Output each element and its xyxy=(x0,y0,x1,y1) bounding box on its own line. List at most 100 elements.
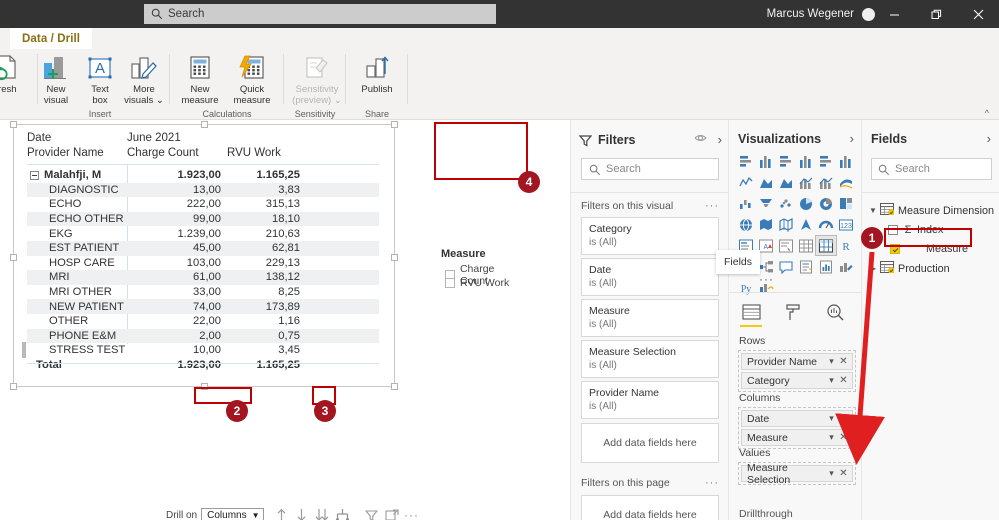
matrix-row[interactable]: STRESS TEST 10,00 3,45 xyxy=(27,343,379,358)
refresh-button[interactable]: fresh xyxy=(0,52,32,96)
matrix-row[interactable]: MRI 61,00 138,12 xyxy=(27,270,379,285)
resize-handle-se[interactable] xyxy=(391,383,398,390)
user-account[interactable]: Marcus Wegener xyxy=(767,0,875,28)
slicer-icon[interactable] xyxy=(776,236,796,255)
clustered-column-chart-icon[interactable] xyxy=(796,152,816,171)
stacked-bar-chart-icon[interactable] xyxy=(736,152,756,171)
collapse-pane-icon[interactable]: › xyxy=(850,131,854,146)
collapse-icon[interactable] xyxy=(30,170,39,180)
matrix-row[interactable]: PHONE E&M 2,00 0,75 xyxy=(27,328,379,344)
remove-field-icon[interactable]: ✕ xyxy=(838,432,849,443)
sensitivity-button[interactable]: Sensitivity (preview) ⌄ xyxy=(289,52,345,106)
resize-handle-ne[interactable] xyxy=(391,121,398,128)
tab-data-drill[interactable]: Data / Drill xyxy=(10,28,93,49)
remove-field-icon[interactable]: ✕ xyxy=(838,356,849,367)
filter-card-provider-name[interactable]: Provider Name is (All) xyxy=(581,381,719,419)
clustered-bar-chart-icon[interactable] xyxy=(776,152,796,171)
filled-map-icon[interactable] xyxy=(756,215,776,234)
matrix-visual[interactable]: Date June 2021 Provider Name Charge Coun… xyxy=(10,121,398,390)
restore-button[interactable] xyxy=(915,0,957,28)
matrix-row[interactable]: DIAGNOSTIC 13,00 3,83 xyxy=(27,182,379,198)
filter-card-date[interactable]: Date is (All) xyxy=(581,258,719,296)
drill-up-icon[interactable] xyxy=(272,506,292,520)
matrix-header-provider-name[interactable]: Provider Name xyxy=(27,146,127,161)
new-measure-button[interactable]: New measure xyxy=(174,52,226,106)
chevron-down-icon[interactable]: ▾ xyxy=(825,468,838,479)
table-icon[interactable] xyxy=(796,236,816,255)
publish-button[interactable]: Publish xyxy=(351,52,403,96)
fields-tree-item-production[interactable]: ▶ Production xyxy=(862,260,999,277)
matrix-header-rvu-work[interactable]: RVU Work xyxy=(227,146,302,161)
more-visuals-button[interactable]: More visuals ⌄ xyxy=(118,52,170,106)
minimize-button[interactable] xyxy=(873,0,915,28)
line-chart-icon[interactable] xyxy=(736,173,756,192)
hundred-pct-stacked-column-icon[interactable] xyxy=(836,152,856,171)
matrix-scrollbar-thumb[interactable] xyxy=(22,342,26,358)
matrix-row[interactable]: Malahfji, M 1.923,00 1.165,25 xyxy=(27,168,379,183)
matrix-header-charge-count[interactable]: Charge Count xyxy=(127,146,227,161)
filter-icon[interactable] xyxy=(362,506,382,520)
qna-icon[interactable] xyxy=(776,257,796,276)
matrix-row[interactable]: NEW PATIENT 74,00 173,89 xyxy=(27,299,379,314)
close-button[interactable] xyxy=(957,0,999,28)
matrix-row[interactable]: MRI OTHER 33,00 8,25 xyxy=(27,285,379,300)
hundred-pct-stacked-bar-icon[interactable] xyxy=(816,152,836,171)
resize-handle-s[interactable] xyxy=(201,383,208,390)
matrix-row[interactable]: EKG 1.239,00 210,63 xyxy=(27,226,379,241)
filters-page-dropzone[interactable]: Add data fields here xyxy=(581,495,719,520)
well-values[interactable]: Measure Selection ▾ ✕ xyxy=(738,462,856,486)
smart-narrative-icon[interactable] xyxy=(796,257,816,276)
map-icon[interactable] xyxy=(736,215,756,234)
checkbox-icon[interactable] xyxy=(890,243,900,254)
drill-down-icon[interactable] xyxy=(292,506,312,520)
fields-tab[interactable] xyxy=(739,300,763,327)
remove-field-icon[interactable]: ✕ xyxy=(838,468,849,479)
field-pill-measure-selection[interactable]: Measure Selection ▾ ✕ xyxy=(741,462,853,486)
report-canvas[interactable]: Date June 2021 Provider Name Charge Coun… xyxy=(0,120,570,520)
remove-field-icon[interactable]: ✕ xyxy=(838,375,849,386)
quick-measure-button[interactable]: Quick measure xyxy=(226,52,278,106)
format-tab[interactable] xyxy=(781,300,805,324)
chevron-down-icon[interactable]: ▼ xyxy=(866,206,880,215)
more-visual-types-icon[interactable]: ··· xyxy=(759,272,774,286)
field-pill-date[interactable]: Date ▾ ✕ xyxy=(741,410,853,427)
chevron-right-icon[interactable]: ▶ xyxy=(866,264,880,273)
measure-popup-item-rvu-work[interactable]: RVU Work xyxy=(445,277,509,289)
fields-search-input[interactable]: Search xyxy=(871,158,992,180)
field-pill-provider-name[interactable]: Provider Name ▾ ✕ xyxy=(741,353,853,370)
stacked-area-chart-icon[interactable] xyxy=(776,173,796,192)
collapse-pane-icon[interactable]: › xyxy=(718,133,722,146)
chevron-down-icon[interactable]: ▾ xyxy=(825,356,838,367)
resize-handle-nw[interactable] xyxy=(10,121,17,128)
checkbox-icon[interactable] xyxy=(445,278,455,288)
expand-next-level-button[interactable] xyxy=(332,506,354,520)
scatter-chart-icon[interactable] xyxy=(776,194,796,213)
shape-map-icon[interactable] xyxy=(776,215,796,234)
matrix-row[interactable]: ECHO 222,00 315,13 xyxy=(27,197,379,212)
filter-card-measure[interactable]: Measure is (All) xyxy=(581,299,719,337)
matrix-row[interactable]: HOSP CARE 103,00 229,13 xyxy=(27,256,379,271)
resize-handle-e[interactable] xyxy=(391,254,398,261)
matrix-row[interactable]: ECHO OTHER 99,00 18,10 xyxy=(27,211,379,227)
filter-card-category[interactable]: Category is (All) xyxy=(581,217,719,255)
more-visuals-icon[interactable] xyxy=(836,257,856,276)
matrix-row[interactable]: EST PATIENT 45,00 62,81 xyxy=(27,240,379,256)
python-visual-icon[interactable]: Py xyxy=(736,278,756,297)
more-options-icon[interactable]: ··· xyxy=(705,477,719,489)
collapse-ribbon-button[interactable]: ^ xyxy=(985,108,989,118)
chevron-down-icon[interactable]: ▾ xyxy=(825,375,838,386)
chevron-down-icon[interactable]: ▾ xyxy=(825,413,838,424)
filters-visual-dropzone[interactable]: Add data fields here xyxy=(581,423,719,463)
resize-handle-sw[interactable] xyxy=(10,383,17,390)
collapse-pane-icon[interactable]: › xyxy=(987,131,991,146)
visual-type-gallery[interactable]: 123 A R Py xyxy=(736,152,856,297)
gauge-icon[interactable] xyxy=(816,215,836,234)
well-rows[interactable]: Provider Name ▾ ✕ Category ▾ ✕ xyxy=(738,350,856,392)
matrix-row[interactable]: OTHER 22,00 1,16 xyxy=(27,314,379,329)
filter-card-measure-selection[interactable]: Measure Selection is (All) xyxy=(581,340,719,378)
resize-handle-w[interactable] xyxy=(10,254,17,261)
field-pill-category[interactable]: Category ▾ ✕ xyxy=(741,372,853,389)
area-chart-icon[interactable] xyxy=(756,173,776,192)
fields-tree-item-measure-dimension[interactable]: ▼ Measure Dimension xyxy=(862,202,999,219)
focus-mode-icon[interactable] xyxy=(382,506,402,520)
